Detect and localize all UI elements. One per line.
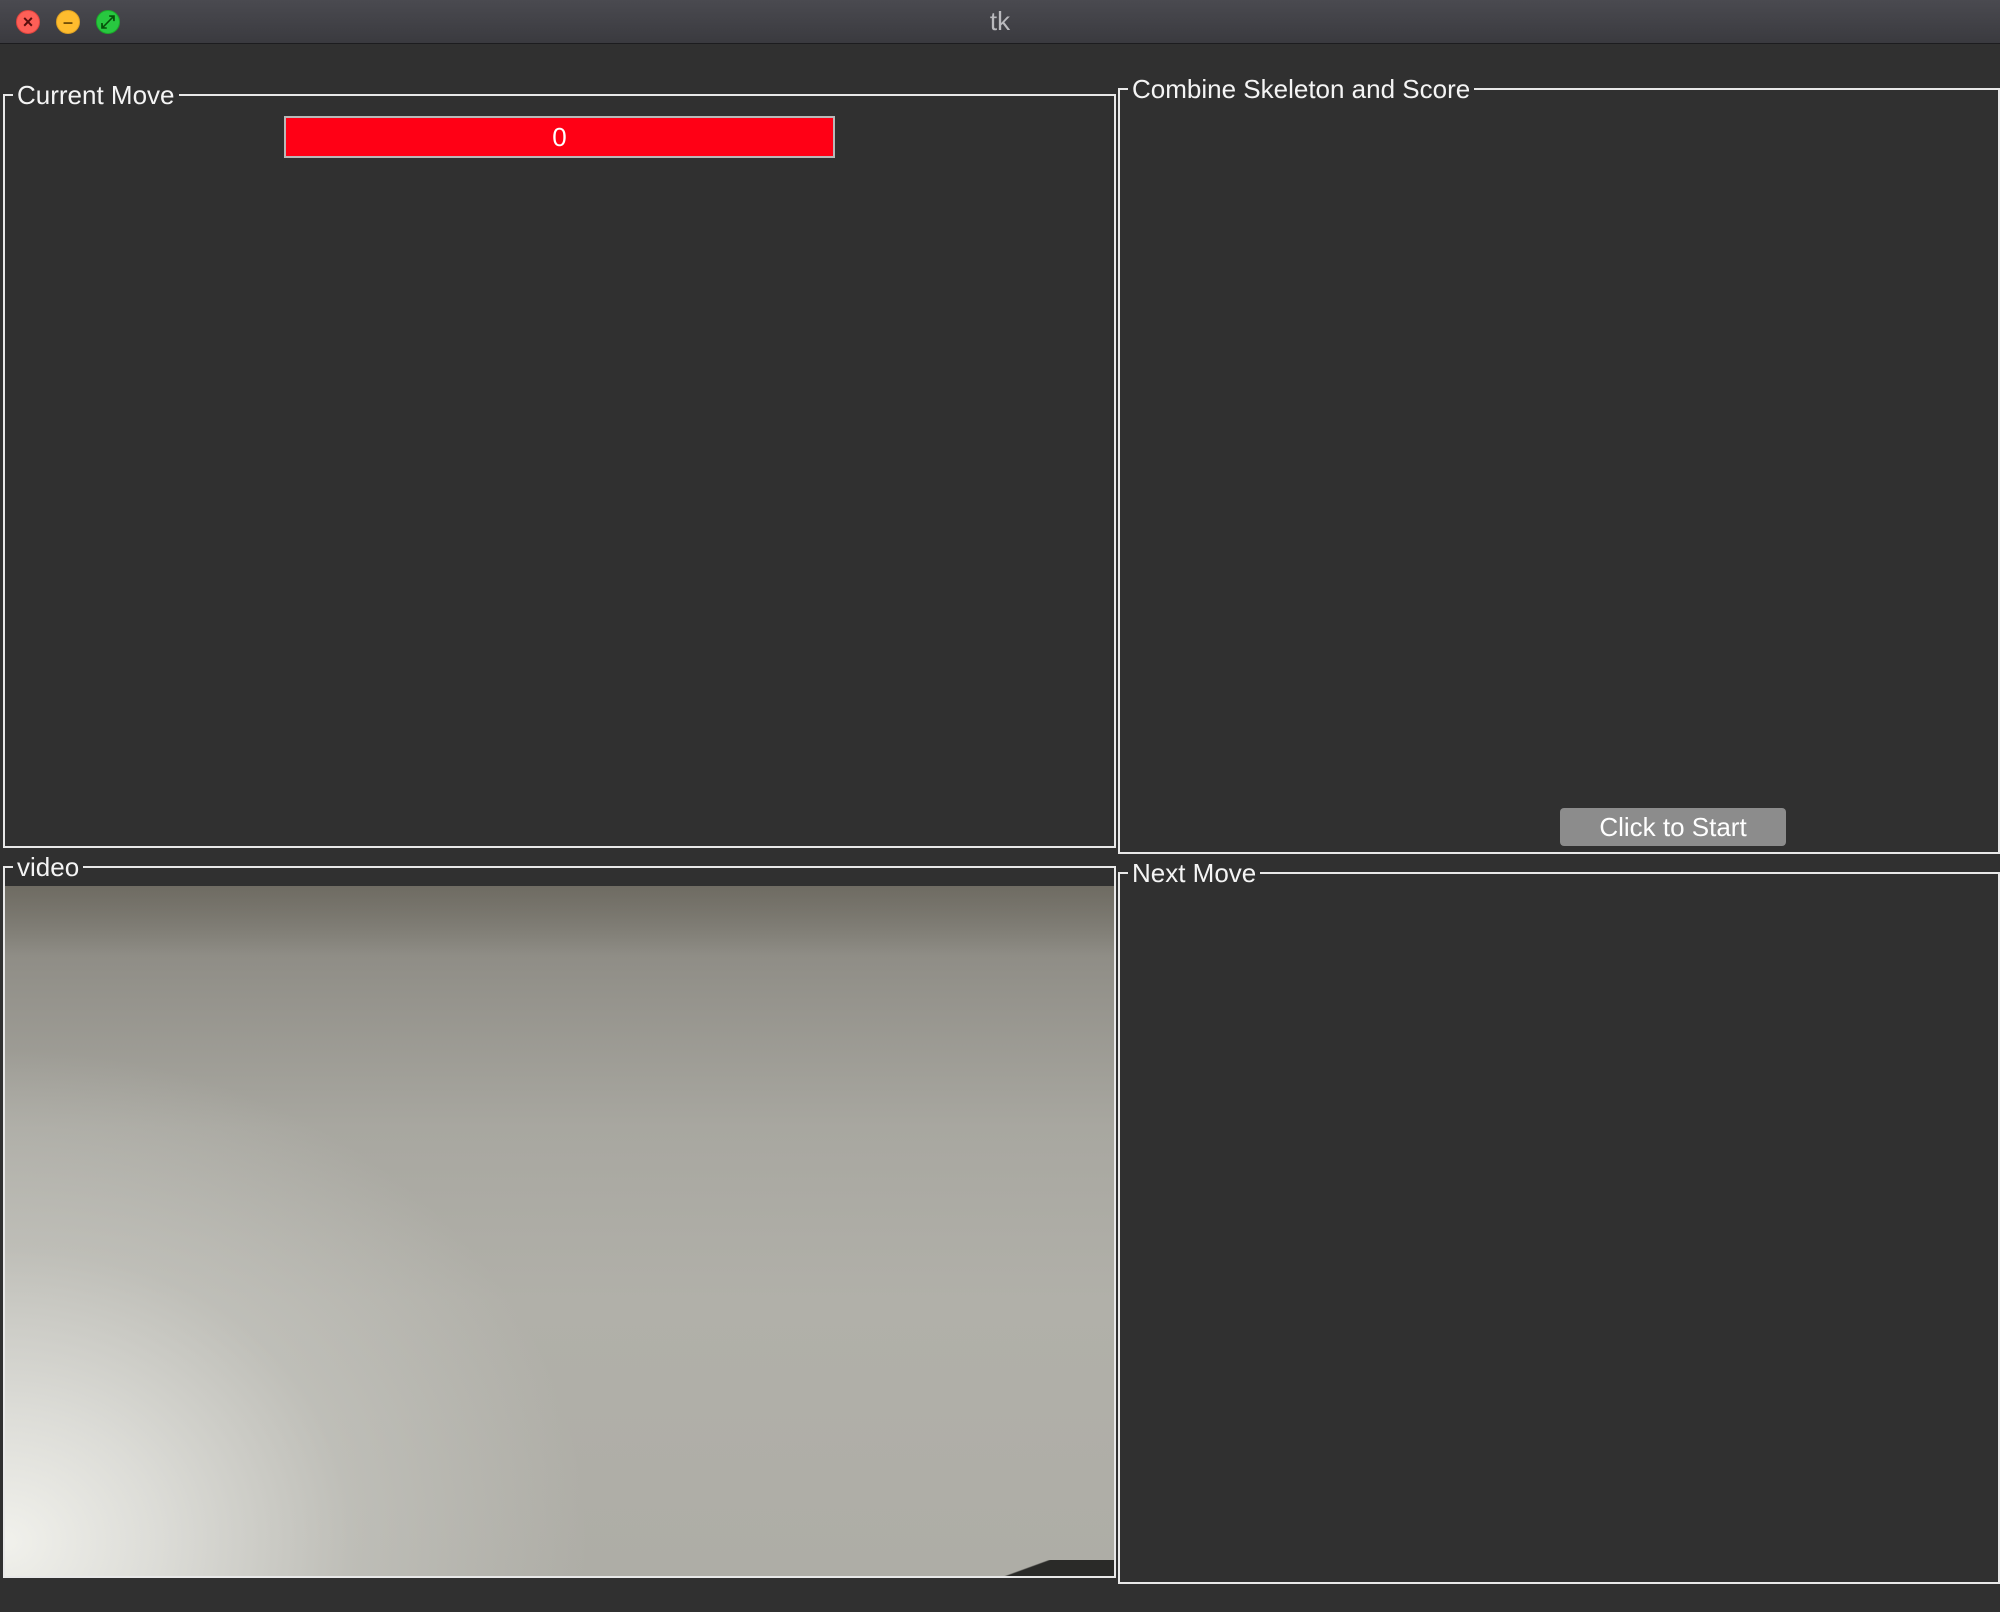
window-title: tk xyxy=(989,6,1011,36)
video-feed xyxy=(5,886,1114,1576)
current-move-panel: Current Move 0 xyxy=(3,79,1116,848)
next-move-label: Next Move xyxy=(1128,857,1261,889)
score-progress-bar: 0 xyxy=(284,116,835,158)
app-window: × – ⤢ tk Current Move 0 Combine Skeleton… xyxy=(0,0,2000,1612)
combine-skeleton-score-panel: Combine Skeleton and Score Click to Star… xyxy=(1118,73,2000,854)
start-button[interactable]: Click to Start xyxy=(1560,808,1786,846)
title-bar[interactable]: × – ⤢ tk xyxy=(0,0,2000,44)
current-move-label: Current Move xyxy=(13,79,179,111)
video-feed-corner-object xyxy=(974,1560,1114,1576)
combine-skeleton-score-label: Combine Skeleton and Score xyxy=(1128,73,1475,105)
score-value: 0 xyxy=(552,121,567,152)
next-move-panel: Next Move xyxy=(1118,857,2000,1584)
video-panel: video xyxy=(3,851,1116,1578)
video-label: video xyxy=(13,851,84,883)
